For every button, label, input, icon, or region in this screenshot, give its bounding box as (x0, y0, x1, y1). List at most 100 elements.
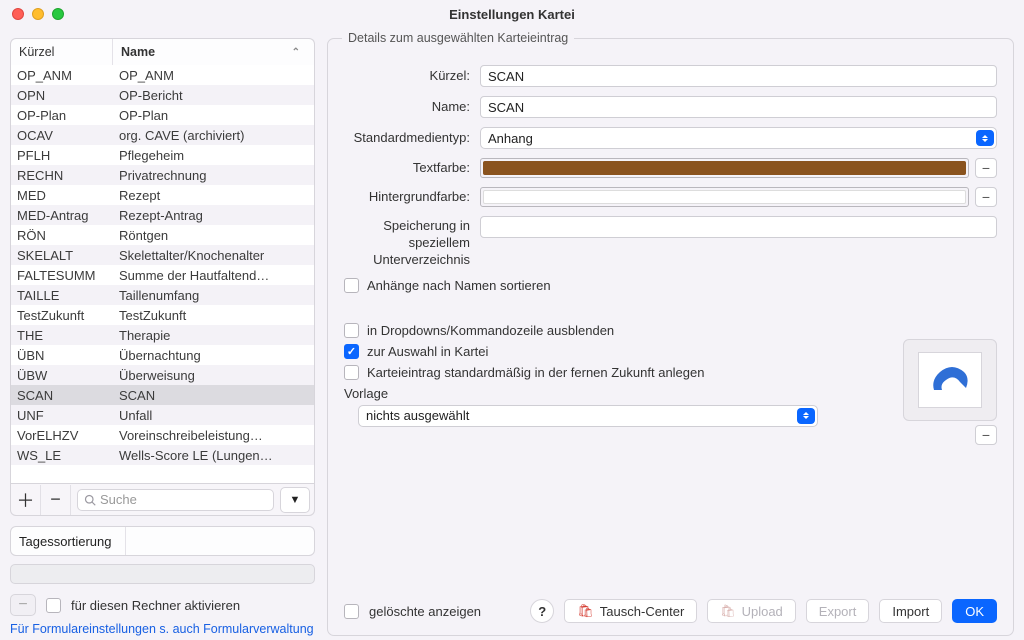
sort-caret-icon: ⌃ (292, 47, 300, 58)
cell-name: SCAN (113, 388, 314, 403)
name-field[interactable]: SCAN (480, 96, 997, 118)
cell-name: TestZukunft (113, 308, 314, 323)
show-deleted-label: gelöschte anzeigen (369, 604, 481, 619)
cell-name: Rezept-Antrag (113, 208, 314, 223)
tagessortierung-label: Tagessortierung (11, 527, 126, 555)
textcolor-clear-button[interactable]: − (975, 158, 997, 178)
cell-kurzel: MED-Antrag (11, 208, 113, 223)
activate-checkbox[interactable] (46, 598, 61, 613)
upload-button[interactable]: 🛍Upload (707, 599, 795, 623)
tagessortierung-row[interactable]: Tagessortierung (10, 526, 315, 556)
table-row[interactable]: FALTESUMMSumme der Hautfaltend… (11, 265, 314, 285)
textcolor-picker[interactable] (480, 158, 969, 178)
mediatype-select[interactable]: Anhang (480, 127, 997, 149)
table-row[interactable]: TestZukunftTestZukunft (11, 305, 314, 325)
search-input[interactable]: Suche (77, 489, 274, 511)
label-subdir: Speicherung in speziellem Unterverzeichn… (344, 216, 480, 269)
tausch-label: Tausch-Center (600, 604, 685, 619)
future-checkbox[interactable] (344, 365, 359, 380)
cell-name: Summe der Hautfaltend… (113, 268, 314, 283)
table-row[interactable]: VorELHZVVoreinschreibeleistung… (11, 425, 314, 445)
table-row[interactable]: PFLHPflegeheim (11, 145, 314, 165)
selectable-checkbox[interactable] (344, 344, 359, 359)
import-button[interactable]: Import (879, 599, 942, 623)
table-row[interactable]: WS_LEWells-Score LE (Lungen… (11, 445, 314, 465)
thumbnail-remove-button[interactable]: − (975, 425, 997, 445)
table-row[interactable]: OP_ANMOP_ANM (11, 65, 314, 85)
show-deleted-checkbox[interactable] (344, 604, 359, 619)
activate-label: für diesen Rechner aktivieren (71, 598, 240, 613)
name-value: SCAN (488, 100, 524, 115)
subdir-field[interactable] (480, 216, 997, 238)
template-select[interactable]: nichts ausgewählt (358, 405, 818, 427)
export-button[interactable]: Export (806, 599, 870, 623)
table-row[interactable]: TAILLETaillenumfang (11, 285, 314, 305)
label-textcolor: Textfarbe: (344, 160, 480, 177)
ok-button[interactable]: OK (952, 599, 997, 623)
cell-name: Unfall (113, 408, 314, 423)
cell-name: org. CAVE (archiviert) (113, 128, 314, 143)
cell-kurzel: ÜBN (11, 348, 113, 363)
table-row[interactable]: MED-AntragRezept-Antrag (11, 205, 314, 225)
entry-table[interactable]: OP_ANMOP_ANMOPNOP-BerichtOP-PlanOP-PlanO… (10, 65, 315, 484)
cell-name: Rezept (113, 188, 314, 203)
cell-kurzel: VorELHZV (11, 428, 113, 443)
table-row[interactable]: SCANSCAN (11, 385, 314, 405)
cell-name: Übernachtung (113, 348, 314, 363)
table-row[interactable]: RECHNPrivatrechnung (11, 165, 314, 185)
kurzel-field[interactable]: SCAN (480, 65, 997, 87)
bag-icon: 🛍 (720, 604, 735, 618)
preview-thumbnail[interactable] (903, 339, 997, 421)
sort-attachments-checkbox[interactable] (344, 278, 359, 293)
tausch-center-button[interactable]: 🛍 Tausch-Center (564, 599, 697, 623)
template-value: nichts ausgewählt (366, 408, 469, 423)
help-button[interactable]: ? (530, 599, 554, 623)
add-button[interactable]: ＋ (11, 485, 41, 515)
column-name-label: Name (121, 45, 155, 59)
table-row[interactable]: OCAVorg. CAVE (archiviert) (11, 125, 314, 145)
kurzel-value: SCAN (488, 69, 524, 84)
cell-kurzel: ÜBW (11, 368, 113, 383)
table-row[interactable]: OPNOP-Bericht (11, 85, 314, 105)
search-icon (84, 494, 96, 506)
bgcolor-picker[interactable] (480, 187, 969, 207)
table-row[interactable]: ÜBNÜbernachtung (11, 345, 314, 365)
cell-name: Skelettalter/Knochenalter (113, 248, 314, 263)
cell-name: OP_ANM (113, 68, 314, 83)
bgcolor-clear-button[interactable]: − (975, 187, 997, 207)
remove-small-button[interactable]: − (10, 594, 36, 616)
bag-icon: 🛍 (577, 603, 594, 619)
remove-button[interactable]: − (41, 485, 71, 515)
cell-kurzel: RECHN (11, 168, 113, 183)
label-bgcolor: Hintergrundfarbe: (344, 189, 480, 206)
cell-kurzel: PFLH (11, 148, 113, 163)
table-row[interactable]: SKELALTSkelettalter/Knochenalter (11, 245, 314, 265)
column-name[interactable]: Name ⌃ (113, 39, 314, 65)
template-heading: Vorlage (344, 386, 997, 401)
table-row[interactable]: OP-PlanOP-Plan (11, 105, 314, 125)
export-label: Export (819, 604, 857, 619)
cell-kurzel: WS_LE (11, 448, 113, 463)
table-row[interactable]: UNFUnfall (11, 405, 314, 425)
selectable-label: zur Auswahl in Kartei (367, 344, 488, 359)
table-row[interactable]: RÖNRöntgen (11, 225, 314, 245)
ok-label: OK (965, 604, 984, 619)
cell-kurzel: TestZukunft (11, 308, 113, 323)
table-row[interactable]: THETherapie (11, 325, 314, 345)
column-kurzel[interactable]: Kürzel (11, 39, 113, 65)
table-row[interactable]: ÜBWÜberweisung (11, 365, 314, 385)
search-placeholder: Suche (100, 492, 137, 507)
cell-name: Taillenumfang (113, 288, 314, 303)
cell-name: OP-Bericht (113, 88, 314, 103)
form-settings-link[interactable]: Für Formulareinstellungen s. auch Formul… (10, 622, 315, 636)
cell-name: Privatrechnung (113, 168, 314, 183)
window-title: Einstellungen Kartei (0, 7, 1024, 22)
filter-button[interactable]: ▼ (280, 487, 310, 513)
import-label: Import (892, 604, 929, 619)
sort-attachments-label: Anhänge nach Namen sortieren (367, 278, 551, 293)
hide-dropdown-checkbox[interactable] (344, 323, 359, 338)
cell-kurzel: OCAV (11, 128, 113, 143)
cell-kurzel: OP-Plan (11, 108, 113, 123)
titlebar: Einstellungen Kartei (0, 0, 1024, 28)
table-row[interactable]: MEDRezept (11, 185, 314, 205)
